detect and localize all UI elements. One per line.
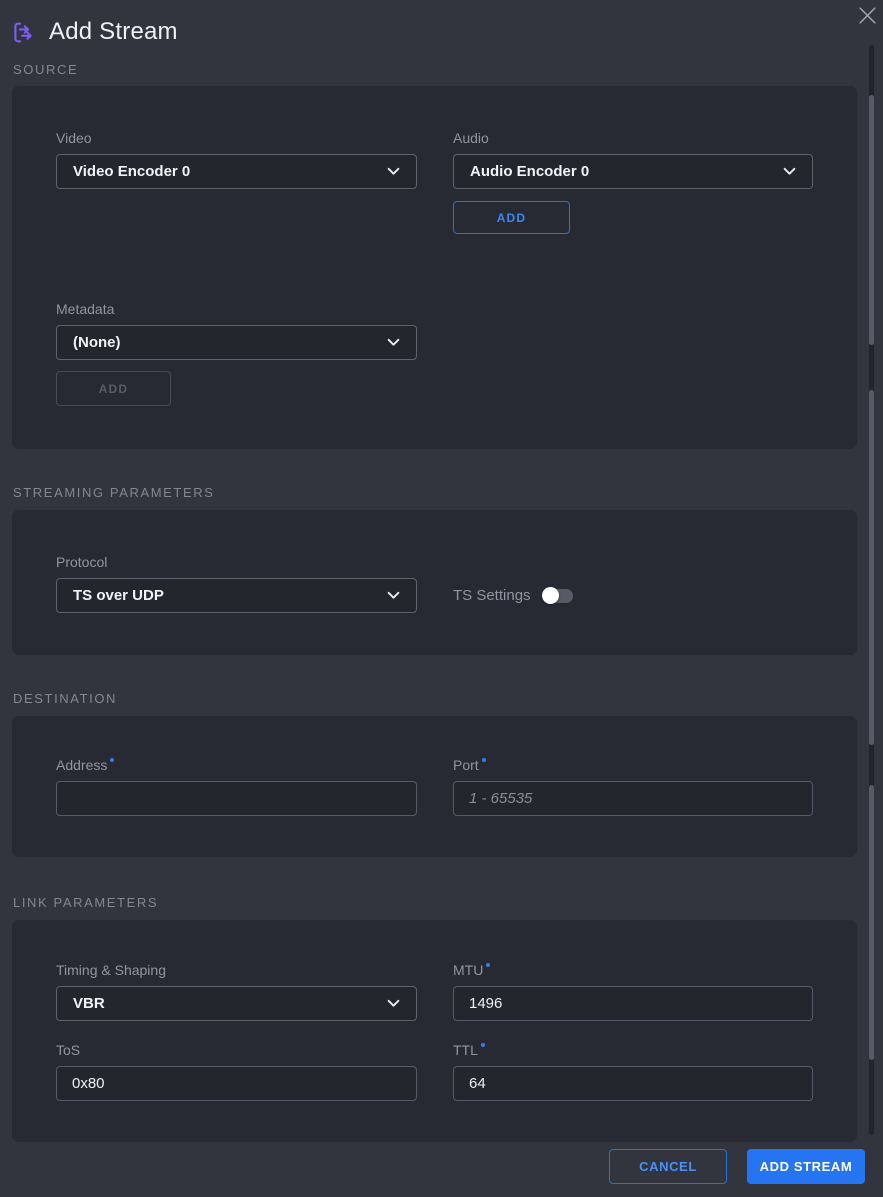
protocol-field: Protocol TS over UDP	[56, 554, 417, 613]
audio-select-value: Audio Encoder 0	[470, 163, 589, 180]
timing-shaping-field: Timing & Shaping VBR	[56, 962, 417, 1021]
streaming-parameters-panel: Protocol TS over UDP TS Settings	[12, 510, 857, 655]
chevron-down-icon	[387, 999, 400, 1008]
metadata-field: Metadata (None) ADD	[56, 301, 417, 406]
audio-select[interactable]: Audio Encoder 0	[453, 154, 813, 189]
audio-field: Audio Audio Encoder 0 ADD	[453, 130, 813, 234]
audio-label: Audio	[453, 130, 813, 147]
ttl-label: TTL	[453, 1042, 813, 1059]
scrollbar-track[interactable]	[869, 45, 874, 1135]
source-panel: Video Video Encoder 0 Audio Audio Encode…	[12, 86, 857, 449]
dialog-title: Add Stream	[49, 18, 178, 46]
add-stream-button[interactable]: ADD STREAM	[747, 1149, 865, 1184]
close-icon	[857, 5, 878, 26]
required-dot-icon	[482, 758, 486, 762]
scrollbar-thumb[interactable]	[869, 95, 874, 345]
chevron-down-icon	[387, 591, 400, 600]
metadata-select-value: (None)	[73, 334, 121, 351]
timing-shaping-select[interactable]: VBR	[56, 986, 417, 1021]
ts-settings-label: TS Settings	[453, 587, 531, 604]
tos-field: ToS	[56, 1042, 417, 1101]
required-dot-icon	[110, 758, 114, 762]
protocol-select-value: TS over UDP	[73, 587, 164, 604]
timing-shaping-label: Timing & Shaping	[56, 962, 417, 979]
port-label: Port	[453, 757, 813, 774]
cancel-button[interactable]: CANCEL	[609, 1149, 727, 1184]
tos-input[interactable]	[56, 1066, 417, 1101]
dialog-header: Add Stream	[0, 0, 883, 46]
scrollbar-thumb[interactable]	[869, 390, 874, 745]
close-button[interactable]	[855, 3, 879, 27]
section-label-streaming-parameters: STREAMING PARAMETERS	[13, 485, 883, 500]
metadata-label: Metadata	[56, 301, 417, 318]
ts-settings-toggle[interactable]	[543, 589, 573, 603]
toggle-knob	[542, 587, 559, 604]
mtu-field: MTU	[453, 962, 813, 1021]
section-label-link-parameters: LINK PARAMETERS	[13, 895, 883, 910]
chevron-down-icon	[783, 167, 796, 176]
tos-label: ToS	[56, 1042, 417, 1059]
address-input[interactable]	[56, 781, 417, 816]
mtu-label: MTU	[453, 962, 813, 979]
timing-shaping-select-value: VBR	[73, 995, 105, 1012]
section-label-destination: DESTINATION	[13, 691, 883, 706]
scrollbar-thumb[interactable]	[869, 785, 874, 1060]
video-field: Video Video Encoder 0	[56, 130, 417, 189]
ttl-field: TTL	[453, 1042, 813, 1101]
video-label: Video	[56, 130, 417, 147]
chevron-down-icon	[387, 167, 400, 176]
ts-settings-field: TS Settings	[453, 578, 813, 613]
required-dot-icon	[486, 963, 490, 967]
required-dot-icon	[481, 1043, 485, 1047]
dialog-footer: CANCEL ADD STREAM	[0, 1149, 865, 1184]
port-input[interactable]	[453, 781, 813, 816]
protocol-label: Protocol	[56, 554, 417, 571]
video-select-value: Video Encoder 0	[73, 163, 190, 180]
section-label-source: SOURCE	[13, 62, 883, 77]
add-stream-dialog: Add Stream SOURCE Video Video Encoder 0 …	[0, 0, 883, 1197]
address-field: Address	[56, 757, 417, 816]
ttl-input[interactable]	[453, 1066, 813, 1101]
mtu-input[interactable]	[453, 986, 813, 1021]
chevron-down-icon	[387, 338, 400, 347]
protocol-select[interactable]: TS over UDP	[56, 578, 417, 613]
stream-out-icon	[10, 19, 37, 46]
add-metadata-button[interactable]: ADD	[56, 371, 171, 406]
link-parameters-panel: Timing & Shaping VBR MTU ToS TTL	[12, 920, 857, 1142]
video-select[interactable]: Video Encoder 0	[56, 154, 417, 189]
destination-panel: Address Port	[12, 716, 857, 857]
address-label: Address	[56, 757, 417, 774]
metadata-select[interactable]: (None)	[56, 325, 417, 360]
add-audio-button[interactable]: ADD	[453, 201, 570, 234]
port-field: Port	[453, 757, 813, 816]
